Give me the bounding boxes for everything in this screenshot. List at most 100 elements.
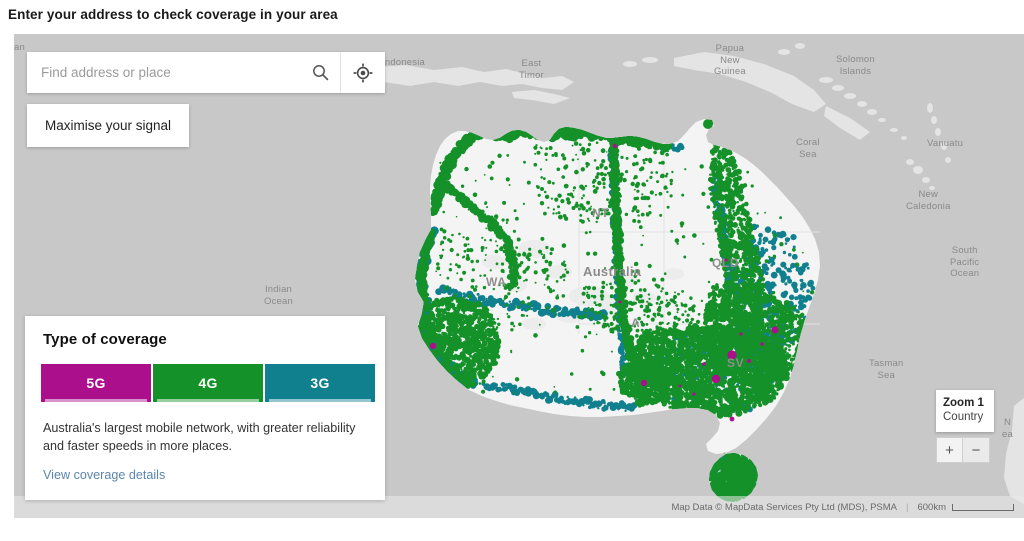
coverage-4g-speck xyxy=(421,352,428,359)
coverage-4g-speck xyxy=(745,230,749,233)
coverage-4g-speck xyxy=(484,127,492,134)
coverage-4g-speck xyxy=(736,265,739,268)
coverage-3g-speck xyxy=(599,132,602,135)
coverage-4g-speck xyxy=(437,374,443,380)
coverage-4g-speck xyxy=(437,375,440,379)
island-speck-14 xyxy=(913,166,923,174)
coverage-3g-speck xyxy=(762,236,769,243)
coverage-4g-speck xyxy=(463,366,467,370)
coverage-4g-speck xyxy=(460,361,465,366)
island-speck-13 xyxy=(906,159,914,165)
coverage-4g-speck xyxy=(714,175,718,179)
coverage-4g-speck xyxy=(595,126,602,133)
coverage-4g-speck xyxy=(741,210,745,214)
coverage-3g-speck xyxy=(593,127,601,135)
coverage-4g-speck xyxy=(728,177,732,181)
coverage-4g-speck xyxy=(719,254,724,258)
coverage-3g-speck xyxy=(624,409,627,412)
coverage-4g-speck xyxy=(476,129,485,137)
coverage-3g-speck xyxy=(764,226,772,233)
coverage-4g-speck xyxy=(452,375,458,381)
coverage-4g-speck xyxy=(608,131,615,139)
coverage-4g-speck xyxy=(430,363,435,368)
coverage-4g-speck xyxy=(487,343,492,348)
coverage-4g-speck xyxy=(658,133,668,143)
coverage-4g-speck xyxy=(424,346,427,350)
coverage-4g-speck xyxy=(455,299,460,303)
coverage-4g-speck xyxy=(735,169,741,174)
island-speck-5 xyxy=(878,118,886,122)
coverage-4g-speck xyxy=(475,367,480,371)
coverage-3g-speck xyxy=(476,292,480,296)
coverage-4g-speck xyxy=(478,352,485,359)
coverage-3g-speck xyxy=(779,230,787,238)
coverage-4g-speck xyxy=(420,356,424,359)
coverage-4g-speck xyxy=(430,325,434,330)
coverage-4g-speck xyxy=(428,332,433,337)
coverage-4g-speck xyxy=(475,130,481,136)
coverage-3g-speck xyxy=(805,294,812,301)
coverage-4g-speck xyxy=(731,167,735,171)
coverage-4g-speck xyxy=(429,305,432,308)
coverage-4g-speck xyxy=(426,348,431,352)
coverage-4g-speck xyxy=(480,320,487,327)
coverage-4g-speck xyxy=(727,188,732,193)
island-speck-4 xyxy=(867,109,877,115)
coverage-4g-speck xyxy=(793,361,799,367)
coverage-4g-speck xyxy=(750,265,755,269)
coverage-4g-speck xyxy=(441,378,447,385)
coverage-4g-speck xyxy=(423,363,430,370)
coverage-3g-speck xyxy=(597,130,601,133)
coverage-4g-speck xyxy=(441,378,446,383)
coverage-4g-speck xyxy=(660,137,665,142)
coverage-4g-speck xyxy=(445,384,449,388)
island-speck-7 xyxy=(901,136,907,140)
coverage-4g-speck xyxy=(433,363,437,367)
coverage-4g-speck xyxy=(545,125,555,136)
coverage-4g-speck xyxy=(591,129,595,132)
coverage-4g-speck xyxy=(747,254,753,259)
coverage-4g-speck xyxy=(798,357,802,361)
coverage-4g-speck xyxy=(463,306,468,311)
coverage-4g-speck xyxy=(463,369,467,373)
coverage-3g-speck xyxy=(789,269,792,273)
coverage-4g-speck xyxy=(737,230,743,236)
island-speck-10 xyxy=(935,128,941,136)
coverage-3g-speck xyxy=(553,127,558,132)
coverage-4g-speck xyxy=(476,341,482,346)
coverage-4g-speck xyxy=(593,123,604,133)
coverage-4g-speck xyxy=(422,313,426,317)
coverage-4g-speck xyxy=(601,124,610,133)
coverage-4g-speck xyxy=(608,126,618,136)
coverage-4g-speck xyxy=(646,131,656,141)
coverage-4g-speck xyxy=(737,273,742,278)
coverage-4g-speck xyxy=(533,125,541,133)
coverage-4g-speck xyxy=(607,129,612,134)
coverage-4g-speck xyxy=(724,193,729,199)
coverage-4g-speck xyxy=(457,337,462,343)
coverage-4g-speck xyxy=(595,127,598,130)
coverage-4g-speck xyxy=(424,366,430,371)
coverage-4g-speck xyxy=(433,365,440,372)
coverage-4g-speck xyxy=(437,367,444,373)
coverage-4g-speck xyxy=(481,123,489,132)
coverage-4g-speck xyxy=(429,373,434,378)
coverage-4g-speck xyxy=(517,122,525,130)
coverage-4g-speck xyxy=(440,368,443,372)
coverage-4g-speck xyxy=(545,136,550,140)
coverage-4g-speck xyxy=(445,365,452,372)
coverage-4g-speck xyxy=(480,126,489,136)
coverage-4g-speck xyxy=(452,381,459,387)
coverage-3g-speck xyxy=(416,315,421,320)
coverage-4g-speck xyxy=(469,359,475,365)
island-speck-1 xyxy=(832,85,844,91)
coverage-4g-speck xyxy=(721,154,727,160)
coverage-4g-speck xyxy=(480,130,488,138)
coverage-4g-speck xyxy=(440,377,447,384)
coverage-3g-speck xyxy=(495,383,498,387)
coverage-4g-speck xyxy=(751,281,754,284)
coverage-4g-speck xyxy=(730,228,734,231)
coverage-4g-speck xyxy=(500,236,503,239)
coverage-4g-speck xyxy=(723,268,726,272)
coverage-4g-speck xyxy=(417,340,421,344)
